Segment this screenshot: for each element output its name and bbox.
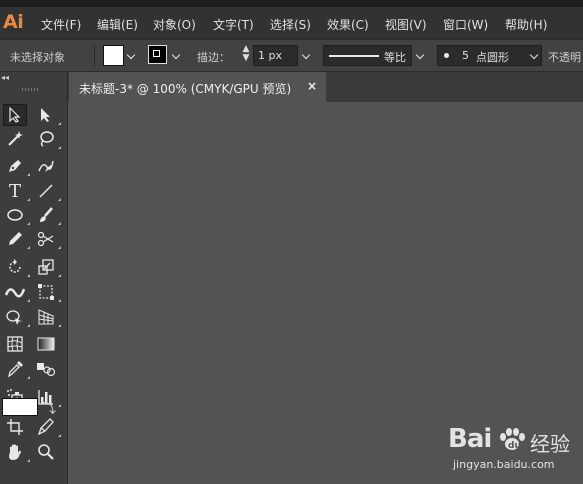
fill-dropdown-chevron-icon[interactable] [125,45,139,65]
line-segment-tool-icon[interactable] [34,180,61,202]
scale-tool-icon[interactable] [34,256,61,278]
paintbrush-tool-icon[interactable] [34,204,61,226]
rotate-tool-icon[interactable] [3,256,30,278]
brush-shape: 点圆形 [476,51,509,64]
menu-object[interactable]: 对象(O) [153,16,196,33]
brush-size: 5 [462,49,469,62]
free-transform-tool-icon[interactable] [34,281,61,303]
divider [94,46,95,66]
mesh-tool-icon[interactable] [3,333,27,355]
app-logo: Ai [3,11,24,33]
collapse-panel-icon[interactable]: ◂◂ [1,73,9,82]
type-tool-icon[interactable]: T [3,180,30,202]
gradient-tool-icon[interactable] [34,333,58,355]
shape-builder-tool-icon[interactable] [3,306,30,328]
zoom-tool-icon[interactable] [34,441,58,463]
menu-type[interactable]: 文字(T) [213,16,254,33]
variable-width-profile[interactable]: 等比 [323,45,412,66]
document-tab-title: 未标题-3* @ 100% (CMYK/GPU 预览) [79,82,292,96]
eyedropper-tool-icon[interactable] [3,358,30,380]
menu-select[interactable]: 选择(S) [270,16,311,33]
close-icon[interactable]: × [307,79,317,93]
document-tab-bar: 未标题-3* @ 100% (CMYK/GPU 预览) × [68,72,583,102]
pen-tool-icon[interactable] [3,155,30,177]
stroke-weight-dropdown-chevron-icon[interactable] [300,45,314,65]
blend-tool-icon[interactable] [34,358,58,380]
stroke-weight-input[interactable]: 1 px [253,45,298,66]
stroke-weight-stepper-icon[interactable]: ▲ ▼ [240,45,252,65]
baidu-url: jingyan.baidu.com [453,458,555,471]
selection-status: 未选择对象 [10,51,65,64]
profile-label: 等比 [384,51,406,64]
document-tab[interactable]: 未标题-3* @ 100% (CMYK/GPU 预览) × [69,72,326,102]
perspective-grid-tool-icon[interactable] [34,306,61,328]
svg-text:du: du [508,441,521,451]
fill-color-swatch[interactable] [2,398,38,416]
scissors-tool-icon[interactable] [34,228,61,250]
profile-line-icon [329,55,379,57]
artboard-tool-icon[interactable] [3,416,27,438]
stroke-swatch[interactable] [148,45,167,64]
baidu-jingyan-text: 经验 [530,432,570,456]
magic-wand-tool-icon[interactable] [3,128,27,150]
opacity-label[interactable]: 不透明 [548,49,581,65]
slice-tool-icon[interactable] [34,416,61,438]
curvature-tool-icon[interactable] [34,155,58,177]
type-tool-glyph: T [8,180,21,202]
menu-file[interactable]: 文件(F) [41,16,81,33]
stroke-label: 描边： [197,51,230,64]
brush-definition[interactable]: 5 点圆形 [437,45,542,66]
menu-view[interactable]: 视图(V) [385,16,427,33]
profile-dropdown-chevron-icon[interactable] [414,45,428,65]
pencil-tool-icon[interactable] [3,228,30,250]
menu-help[interactable]: 帮助(H) [505,16,547,33]
paw-icon: du [498,427,526,459]
brush-dot-icon [444,53,449,58]
selection-tool-icon[interactable] [3,104,27,126]
baidu-watermark: Bai du 经验 jingyan.baidu.com [448,424,583,484]
ellipse-tool-icon[interactable] [3,204,30,226]
brush-dropdown-chevron-icon[interactable] [528,45,542,65]
menu-edit[interactable]: 编辑(E) [97,16,138,33]
fill-swatch[interactable] [103,45,124,66]
lasso-tool-icon[interactable] [34,128,61,150]
menu-window[interactable]: 窗口(W) [443,16,488,33]
swap-colors-icon[interactable]: ⤵ [43,398,56,417]
title-strip [0,0,583,7]
hand-tool-icon[interactable] [3,441,30,463]
direct-selection-tool-icon[interactable] [34,104,61,126]
width-tool-icon[interactable] [3,281,30,303]
menu-bar: Ai 文件(F) 编辑(E) 对象(O) 文字(T) 选择(S) 效果(C) 视… [0,7,583,39]
panel-grip[interactable] [22,88,40,91]
menu-effect[interactable]: 效果(C) [327,16,369,33]
baidu-logo: Bai [448,424,492,454]
stroke-dropdown-chevron-icon[interactable] [170,45,184,65]
